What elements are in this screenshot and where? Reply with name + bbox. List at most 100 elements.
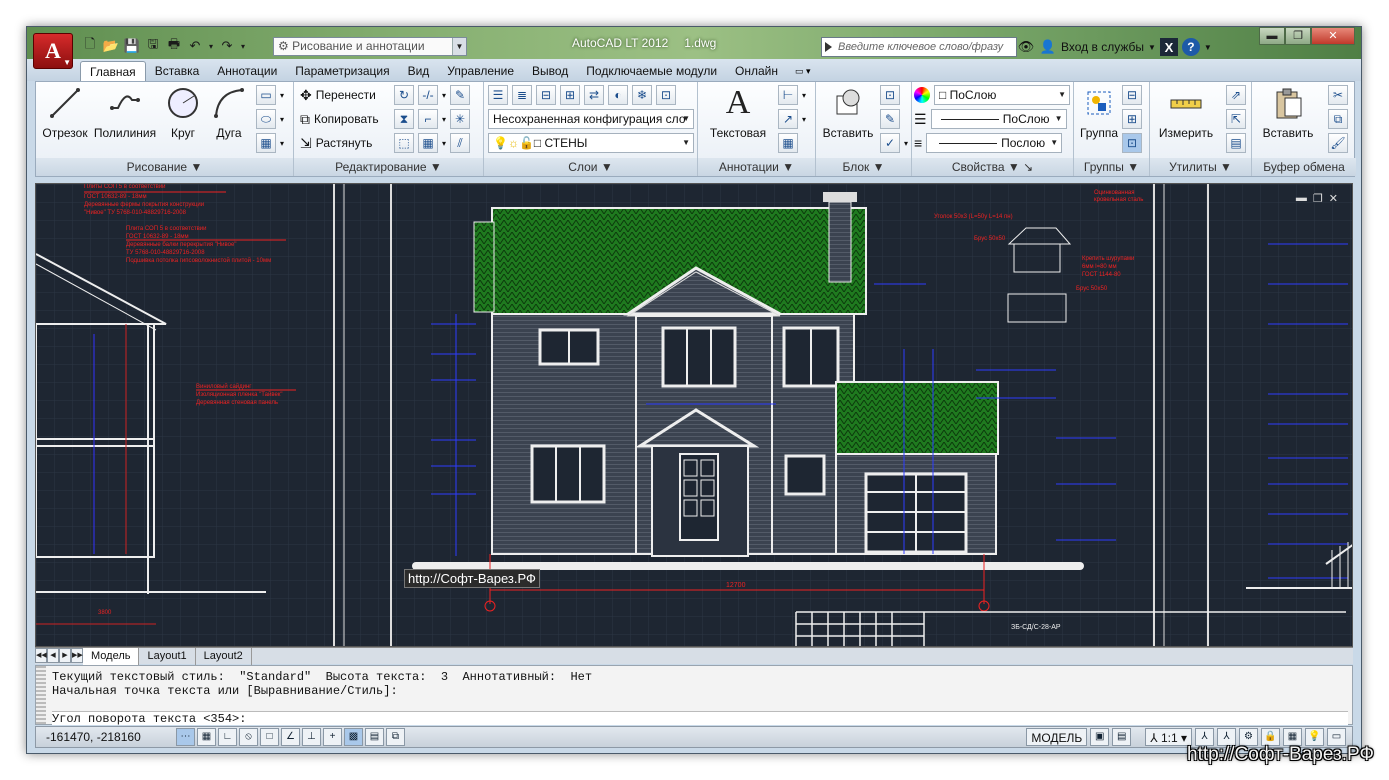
quick-select-icon[interactable]: ⇗ xyxy=(1226,85,1246,105)
minimize-icon[interactable]: ▬ xyxy=(1296,192,1307,205)
layer-lock-icon[interactable]: ⊡ xyxy=(656,85,676,105)
panel-title-properties[interactable]: Свойства ▼ ↘ xyxy=(912,158,1073,176)
mirror-icon[interactable]: ⧗ xyxy=(394,109,414,129)
stretch-button[interactable]: Растянуть xyxy=(316,136,373,150)
tab-output[interactable]: Вывод xyxy=(523,61,577,81)
object-snap-icon[interactable]: □ xyxy=(260,728,279,746)
copy-clip-icon[interactable]: ⧉ xyxy=(1328,109,1348,129)
leader-icon[interactable]: ↗ xyxy=(778,109,798,129)
table-icon[interactable]: ▦ xyxy=(778,133,798,153)
chevron-down-icon[interactable]: ▾ xyxy=(442,91,446,100)
undo-icon[interactable]: ↶ xyxy=(186,37,204,55)
layer-match-icon[interactable]: ⇄ xyxy=(584,85,604,105)
color-dropdown[interactable]: □ ПоСлою ▼ xyxy=(934,85,1070,105)
model-space-button[interactable]: МОДЕЛЬ xyxy=(1026,728,1088,746)
new-icon[interactable]: 🗋 xyxy=(81,36,99,55)
rotate-icon[interactable]: ↻ xyxy=(394,85,414,105)
panel-title-draw[interactable]: Рисование ▼ xyxy=(36,158,293,176)
chevron-down-icon[interactable]: ▾ xyxy=(442,139,446,148)
tab-insert[interactable]: Вставка xyxy=(146,61,209,81)
hatch-icon[interactable]: ▦ xyxy=(256,133,276,153)
panel-title-clipboard[interactable]: Буфер обмена xyxy=(1252,158,1356,176)
grid-display-icon[interactable]: ▦ xyxy=(197,728,216,746)
ortho-mode-icon[interactable]: ∟ xyxy=(218,728,237,746)
attribute-icon[interactable]: ✓ xyxy=(880,133,900,153)
undo-dropdown-icon[interactable]: ▾ xyxy=(207,37,215,55)
rectangle-icon[interactable]: ▭ xyxy=(256,85,276,105)
paste-button[interactable]: Вставить xyxy=(1256,86,1320,140)
restore-icon[interactable]: ❐ xyxy=(1313,192,1323,205)
layer-isolate-icon[interactable]: ⊟ xyxy=(536,85,556,105)
group-button[interactable]: Группа xyxy=(1076,86,1122,140)
dimension-icon[interactable]: ⊢ xyxy=(778,85,798,105)
tab-parametric[interactable]: Параметризация xyxy=(286,61,398,81)
ribbon-minimize-icon[interactable]: ▭ ▾ xyxy=(787,61,819,81)
edit-block-icon[interactable]: ✎ xyxy=(880,109,900,129)
tab-annotate[interactable]: Аннотации xyxy=(208,61,286,81)
command-input[interactable]: Угол поворота текста <354>: xyxy=(52,711,1348,726)
layer-off-icon[interactable]: ◐ xyxy=(608,85,628,105)
chevron-down-icon[interactable]: ▼ xyxy=(1204,43,1212,52)
lineweight-toggle-icon[interactable]: ▩ xyxy=(344,728,363,746)
chevron-down-icon[interactable]: ▾ xyxy=(442,115,446,124)
tab-online[interactable]: Онлайн xyxy=(726,61,787,81)
offset-icon[interactable]: ⫽ xyxy=(450,133,471,153)
calculator-icon[interactable]: ▤ xyxy=(1226,133,1246,153)
tab-layout2[interactable]: Layout2 xyxy=(196,648,252,665)
trim-icon[interactable]: -/- xyxy=(418,85,438,105)
create-block-icon[interactable]: ⊡ xyxy=(880,85,900,105)
tab-model[interactable]: Модель xyxy=(83,648,140,665)
copy-button[interactable]: Копировать xyxy=(314,112,379,126)
array-icon[interactable]: ▦ xyxy=(418,133,438,153)
panel-title-utilities[interactable]: Утилиты ▼ xyxy=(1150,158,1251,176)
tab-view[interactable]: Вид xyxy=(399,61,439,81)
quick-properties-icon[interactable]: ▤ xyxy=(365,728,384,746)
workspace-dropdown[interactable]: ⚙ Рисование и аннотации ▼ xyxy=(273,37,467,56)
polar-tracking-icon[interactable]: ⦸ xyxy=(239,728,258,746)
layer-dropdown[interactable]: 💡☼🔓□ СТЕНЫ ▼ xyxy=(488,133,694,153)
chevron-down-icon[interactable]: ▾ xyxy=(280,91,284,100)
line-button[interactable]: Отрезок xyxy=(40,86,90,140)
user-icon[interactable]: 👤 xyxy=(1039,38,1057,56)
open-icon[interactable]: 📂 xyxy=(102,37,120,55)
chevron-down-icon[interactable]: ▼ xyxy=(1148,43,1156,52)
binoculars-icon[interactable]: 👁 xyxy=(1017,38,1035,56)
next-tab-icon[interactable]: ▶ xyxy=(59,648,71,663)
prev-tab-icon[interactable]: ◀ xyxy=(47,648,59,663)
match-properties-icon[interactable]: 🖌 xyxy=(1328,133,1348,153)
close-icon[interactable]: ✕ xyxy=(1311,27,1355,45)
last-tab-icon[interactable]: ▶▶ xyxy=(71,648,83,663)
panel-title-layers[interactable]: Слои ▼ xyxy=(484,158,697,176)
polyline-button[interactable]: Полилиния xyxy=(92,86,158,140)
chevron-down-icon[interactable]: ▾ xyxy=(802,115,806,124)
chevron-down-icon[interactable]: ▾ xyxy=(280,115,284,124)
panel-title-block[interactable]: Блок ▼ xyxy=(816,158,911,176)
select-similar-icon[interactable]: ⇱ xyxy=(1226,109,1246,129)
panel-title-annotation[interactable]: Аннотации ▼ xyxy=(698,158,815,176)
measure-button[interactable]: Измерить xyxy=(1154,86,1218,140)
command-grip[interactable] xyxy=(36,666,46,724)
scale-icon[interactable]: ⬚ xyxy=(394,133,414,153)
fillet-icon[interactable]: ⌐ xyxy=(418,109,438,129)
save-icon[interactable]: 💾 xyxy=(123,37,141,55)
text-button[interactable]: A Текстовая xyxy=(702,84,774,140)
tab-home[interactable]: Главная xyxy=(80,61,146,81)
drawing-canvas[interactable]: Плиты СОП 5 в соответствии ГОСТ 10632-89… xyxy=(35,183,1353,647)
circle-button[interactable]: Круг xyxy=(162,86,204,140)
layer-unisolate-icon[interactable]: ⊞ xyxy=(560,85,580,105)
layer-freeze-icon[interactable]: ❄ xyxy=(632,85,652,105)
lineweight-dropdown[interactable]: Послою ▼ xyxy=(926,133,1063,153)
application-menu-button[interactable]: A ▼ xyxy=(33,33,73,69)
save-as-icon[interactable]: 🖫 xyxy=(144,36,162,55)
help-icon[interactable]: ? xyxy=(1181,38,1200,56)
tab-manage[interactable]: Управление xyxy=(438,61,523,81)
layer-properties-icon[interactable]: ☰ xyxy=(488,85,508,105)
tab-layout1[interactable]: Layout1 xyxy=(139,648,196,665)
annotation-scale-dropdown[interactable]: ⅄ 1:1 ▾ xyxy=(1145,728,1192,746)
close-icon[interactable]: ✕ xyxy=(1329,192,1338,205)
group-select-icon[interactable]: ⊡ xyxy=(1122,133,1142,153)
explode-icon[interactable]: ✳ xyxy=(450,109,471,129)
chevron-down-icon[interactable]: ▾ xyxy=(802,91,806,100)
panel-title-groups[interactable]: Группы ▼ xyxy=(1074,158,1149,176)
selection-cycling-icon[interactable]: ⧉ xyxy=(386,728,405,746)
